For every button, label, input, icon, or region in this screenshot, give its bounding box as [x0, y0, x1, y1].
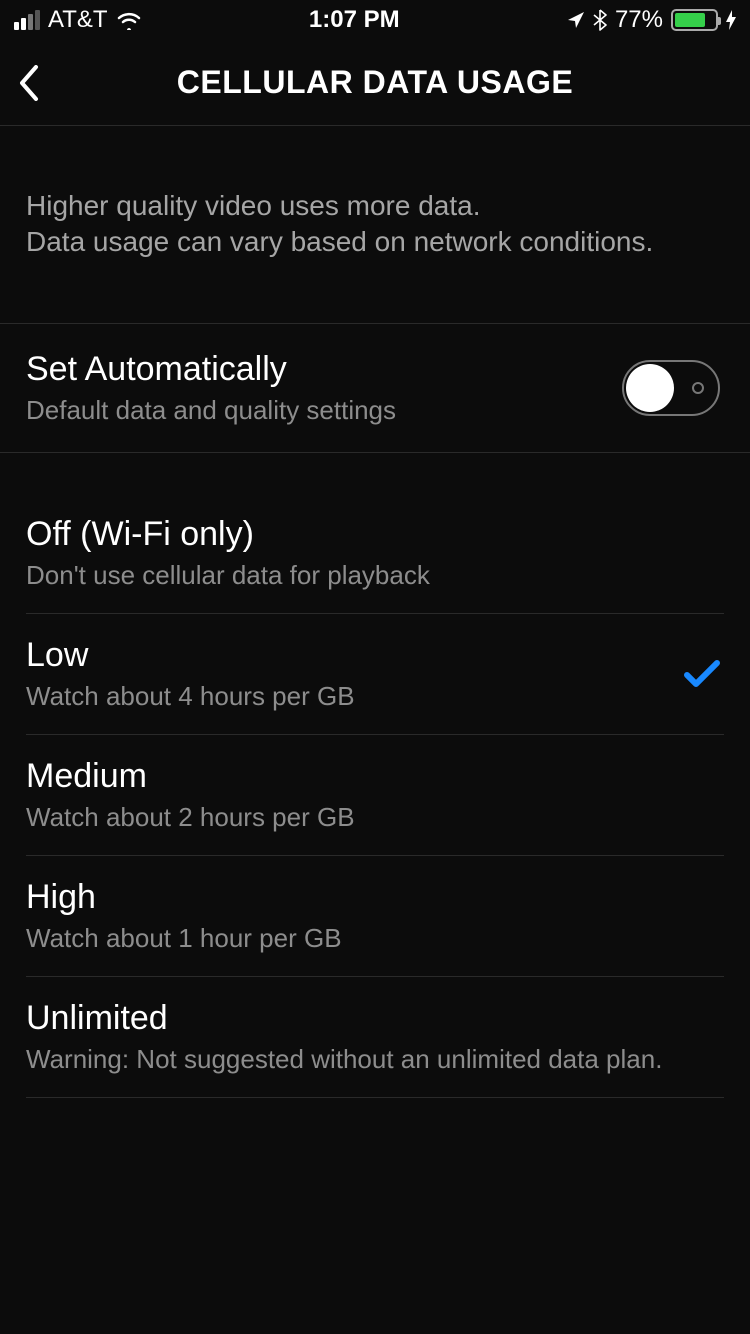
option-subtitle: Don't use cellular data for playback: [26, 560, 720, 591]
location-icon: [567, 11, 585, 29]
option-medium[interactable]: Medium Watch about 2 hours per GB: [26, 735, 724, 856]
option-off[interactable]: Off (Wi-Fi only) Don't use cellular data…: [26, 493, 724, 614]
option-title: Low: [26, 636, 684, 675]
chevron-left-icon: [18, 65, 40, 101]
nav-header: CELLULAR DATA USAGE: [0, 40, 750, 126]
info-text: Higher quality video uses more data. Dat…: [0, 126, 750, 324]
set-automatically-row[interactable]: Set Automatically Default data and quali…: [0, 324, 750, 453]
carrier-label: AT&T: [48, 6, 108, 34]
option-subtitle: Warning: Not suggested without an unlimi…: [26, 1044, 720, 1075]
option-title: High: [26, 878, 720, 917]
option-subtitle: Watch about 1 hour per GB: [26, 923, 720, 954]
set-automatically-subtitle: Default data and quality settings: [26, 395, 622, 426]
checkmark-icon: [684, 660, 720, 688]
clock: 1:07 PM: [309, 6, 400, 34]
info-line-2: Data usage can vary based on network con…: [26, 224, 724, 260]
option-unlimited[interactable]: Unlimited Warning: Not suggested without…: [26, 977, 724, 1098]
battery-percent: 77%: [615, 6, 663, 34]
quality-options: Off (Wi-Fi only) Don't use cellular data…: [0, 493, 750, 1098]
bluetooth-icon: [593, 9, 607, 31]
option-high[interactable]: High Watch about 1 hour per GB: [26, 856, 724, 977]
back-button[interactable]: [18, 61, 62, 105]
option-low[interactable]: Low Watch about 4 hours per GB: [26, 614, 724, 735]
status-bar: AT&T 1:07 PM 77%: [0, 0, 750, 40]
info-line-1: Higher quality video uses more data.: [26, 188, 724, 224]
page-title: CELLULAR DATA USAGE: [0, 64, 750, 101]
set-automatically-toggle[interactable]: [622, 360, 720, 416]
option-title: Unlimited: [26, 999, 720, 1038]
battery-icon: [671, 9, 718, 31]
option-title: Medium: [26, 757, 720, 796]
option-subtitle: Watch about 4 hours per GB: [26, 681, 684, 712]
signal-icon: [14, 10, 40, 30]
option-title: Off (Wi-Fi only): [26, 515, 720, 554]
charging-icon: [726, 10, 736, 30]
option-subtitle: Watch about 2 hours per GB: [26, 802, 720, 833]
set-automatically-title: Set Automatically: [26, 350, 622, 389]
wifi-icon: [116, 10, 142, 30]
